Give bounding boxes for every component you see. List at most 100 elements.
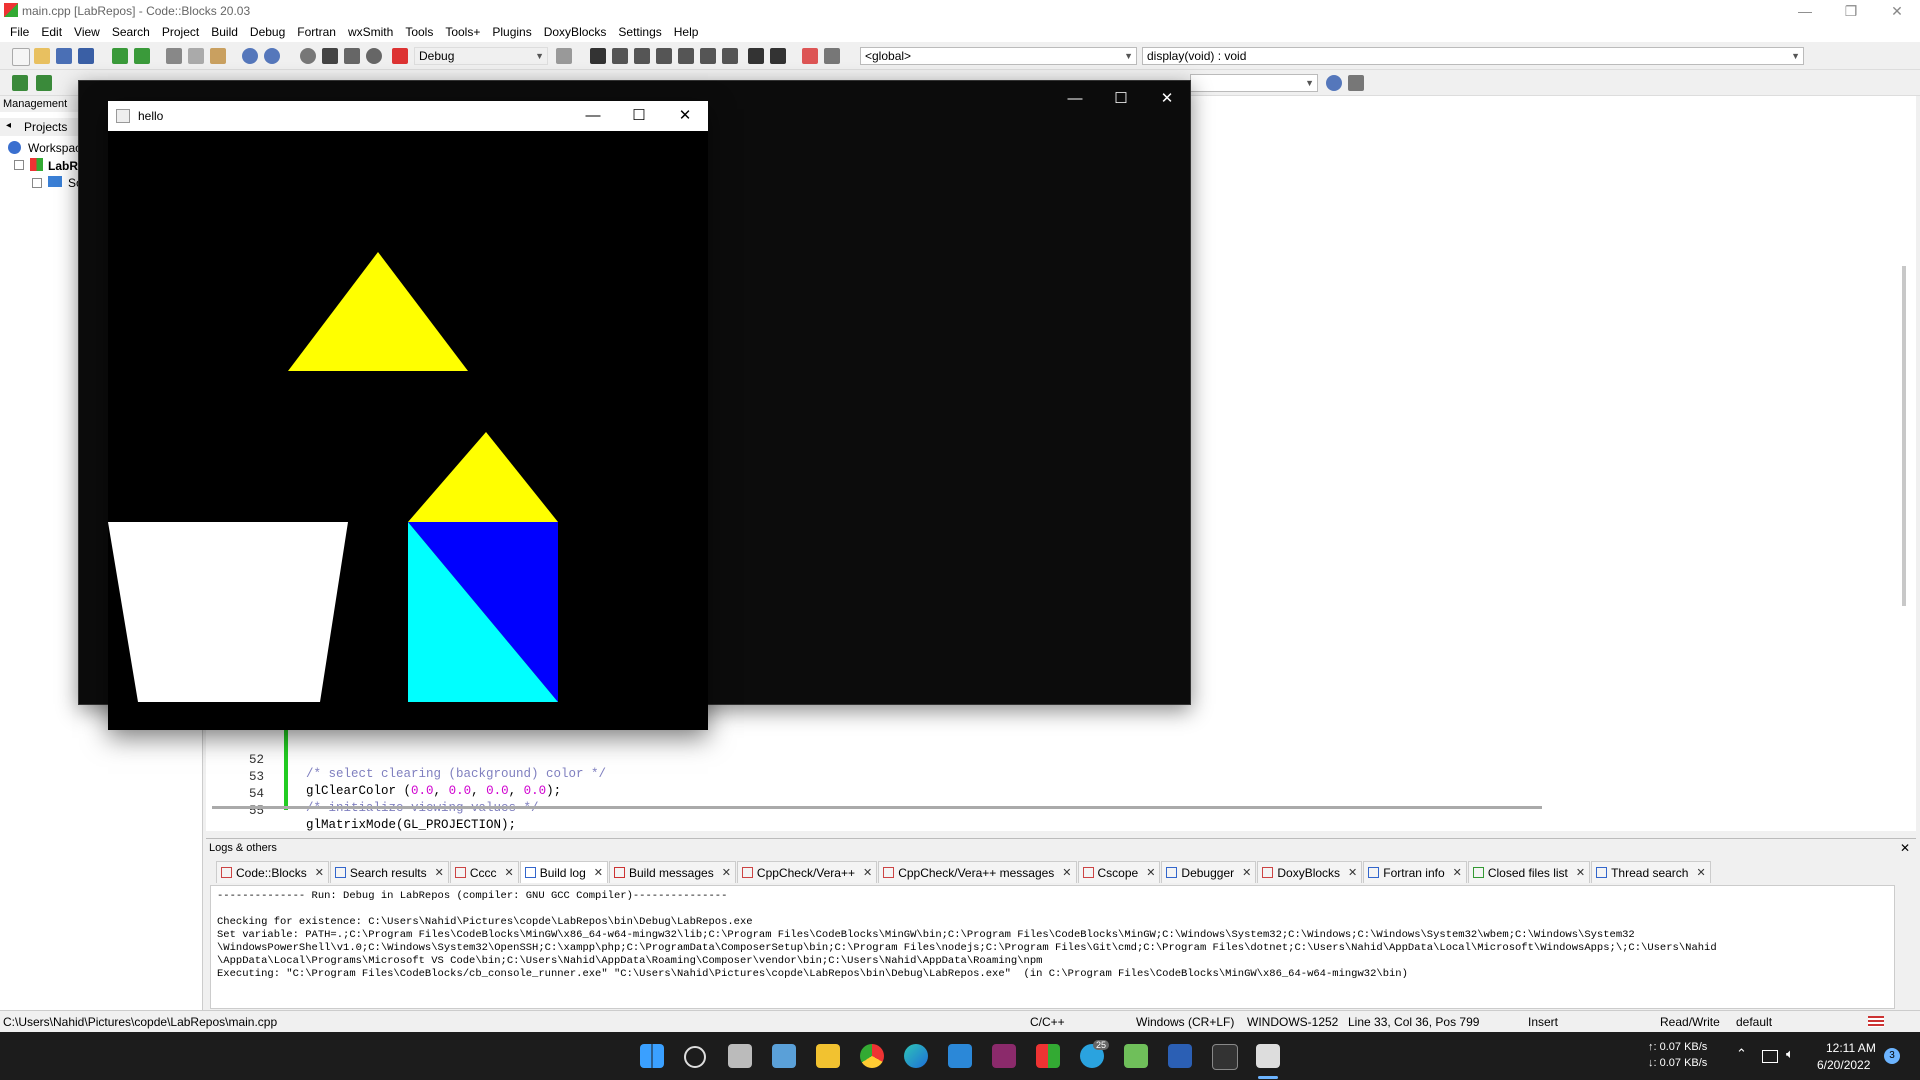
menu-doxyblocks[interactable]: DoxyBlocks	[538, 25, 613, 39]
rebuild-icon[interactable]	[366, 48, 382, 64]
hello-maximize-button[interactable]: ☐	[616, 101, 662, 131]
menu-help[interactable]: Help	[668, 25, 705, 39]
forward-arrow-icon[interactable]	[36, 75, 52, 91]
replace-icon[interactable]	[264, 48, 280, 64]
close-icon[interactable]: ✕	[1146, 866, 1155, 879]
log-tab[interactable]: Thread search ✕	[1591, 861, 1711, 883]
notepad-icon[interactable]	[1124, 1044, 1148, 1068]
editor-horizontal-scrollbar[interactable]	[212, 806, 1542, 809]
undo-icon[interactable]	[112, 48, 128, 64]
menu-edit[interactable]: Edit	[35, 25, 68, 39]
new-file-icon[interactable]	[12, 48, 30, 66]
copy-icon[interactable]	[188, 48, 204, 64]
menu-debug[interactable]: Debug	[244, 25, 291, 39]
cut-icon[interactable]	[166, 48, 182, 64]
log-tab[interactable]: Closed files list ✕	[1467, 861, 1591, 883]
debug-info-icon[interactable]	[824, 48, 840, 64]
close-icon[interactable]: ✕	[1453, 866, 1462, 879]
edge-icon[interactable]	[904, 1044, 928, 1068]
menu-tools-plus[interactable]: Tools+	[439, 25, 486, 39]
photos-icon[interactable]	[772, 1044, 796, 1068]
search-icon[interactable]	[684, 1046, 706, 1068]
word-icon[interactable]	[1168, 1044, 1192, 1068]
chrome-icon[interactable]	[860, 1044, 884, 1068]
close-icon[interactable]: ✕	[863, 866, 872, 879]
menu-project[interactable]: Project	[156, 25, 205, 39]
console-close-button[interactable]: ✕	[1144, 81, 1190, 117]
wrench-icon[interactable]	[1348, 75, 1364, 91]
search-field[interactable]: ▼	[1190, 74, 1318, 92]
paste-icon[interactable]	[210, 48, 226, 64]
winrar-icon[interactable]	[992, 1044, 1016, 1068]
close-icon[interactable]: ✕	[435, 866, 444, 879]
abort-icon[interactable]	[392, 48, 408, 64]
debug-windows-icon[interactable]	[802, 48, 818, 64]
hello-close-button[interactable]: ✕	[662, 101, 708, 131]
run-icon[interactable]	[322, 48, 338, 64]
log-tab[interactable]: Cccc ✕	[449, 861, 519, 883]
log-tab[interactable]: Search results ✕	[329, 861, 449, 883]
save-icon[interactable]	[56, 48, 72, 64]
task-view-icon[interactable]	[728, 1044, 752, 1068]
codeblocks-icon[interactable]	[1036, 1044, 1060, 1068]
menu-fortran[interactable]: Fortran	[291, 25, 342, 39]
chevron-up-icon[interactable]: ⌃	[1736, 1046, 1747, 1062]
stop-debug-icon[interactable]	[770, 48, 786, 64]
step-instruction-icon[interactable]	[722, 48, 738, 64]
close-icon[interactable]: ✕	[1242, 866, 1251, 879]
run-to-cursor-icon[interactable]	[612, 48, 628, 64]
log-tab[interactable]: Code::Blocks ✕	[216, 861, 329, 883]
clock-date[interactable]: 6/20/2022	[1817, 1058, 1870, 1072]
search-icon[interactable]	[1326, 75, 1342, 91]
redo-icon[interactable]	[134, 48, 150, 64]
target-dialog-icon[interactable]	[556, 48, 572, 64]
log-tab[interactable]: Build messages ✕	[608, 861, 736, 883]
menu-wxsmith[interactable]: wxSmith	[342, 25, 399, 39]
collapse-icon[interactable]	[32, 178, 42, 188]
menu-tools[interactable]: Tools	[399, 25, 439, 39]
close-button[interactable]: ✕	[1874, 0, 1920, 22]
close-icon[interactable]: ✕	[1348, 866, 1357, 879]
log-tab[interactable]: CppCheck/Vera++ messages ✕	[878, 861, 1077, 883]
log-tab[interactable]: Build log ✕	[519, 861, 608, 883]
close-icon[interactable]: ✕	[1576, 866, 1585, 879]
build-log-text[interactable]: -------------- Run: Debug in LabRepos (c…	[210, 885, 1895, 1009]
build-icon[interactable]	[300, 48, 316, 64]
close-icon[interactable]: ✕	[594, 866, 603, 879]
next-instruction-icon[interactable]	[700, 48, 716, 64]
network-icon[interactable]	[1762, 1050, 1778, 1063]
hello-title-bar[interactable]: hello — ☐ ✕	[108, 101, 708, 131]
console-app-icon[interactable]	[1256, 1044, 1280, 1068]
editor-vertical-scrollbar[interactable]	[1902, 266, 1906, 606]
clock-time[interactable]: 12:11 AM	[1826, 1041, 1876, 1055]
restore-button[interactable]: ❐	[1828, 0, 1874, 22]
terminal-icon[interactable]	[1212, 1044, 1238, 1070]
debug-start-icon[interactable]	[590, 48, 606, 64]
log-tab[interactable]: Fortran info ✕	[1363, 861, 1467, 883]
close-icon[interactable]: ✕	[505, 866, 514, 879]
step-into-icon[interactable]	[656, 48, 672, 64]
chevron-left-icon[interactable]: ◂	[6, 120, 11, 131]
close-icon[interactable]: ✕	[1696, 866, 1705, 879]
pause-icon[interactable]	[748, 48, 764, 64]
console-maximize-button[interactable]: ☐	[1098, 81, 1144, 117]
log-tab[interactable]: Cscope ✕	[1077, 861, 1161, 883]
step-out-icon[interactable]	[678, 48, 694, 64]
store-icon[interactable]	[948, 1044, 972, 1068]
scope-select[interactable]: <global> ▼	[860, 47, 1137, 65]
log-tab[interactable]: CppCheck/Vera++ ✕	[736, 861, 878, 883]
menu-settings[interactable]: Settings	[612, 25, 667, 39]
logs-close-icon[interactable]: ✕	[1900, 841, 1910, 855]
save-all-icon[interactable]	[78, 48, 94, 64]
open-file-icon[interactable]	[34, 48, 50, 64]
build-target-select[interactable]: Debug ▼	[414, 47, 548, 65]
close-icon[interactable]: ✕	[722, 866, 731, 879]
console-minimize-button[interactable]: —	[1052, 81, 1098, 117]
build-run-icon[interactable]	[344, 48, 360, 64]
menu-plugins[interactable]: Plugins	[486, 25, 537, 39]
menu-search[interactable]: Search	[106, 25, 156, 39]
close-icon[interactable]: ✕	[1062, 866, 1071, 879]
hello-minimize-button[interactable]: —	[570, 101, 616, 131]
next-line-icon[interactable]	[634, 48, 650, 64]
log-tab[interactable]: DoxyBlocks ✕	[1257, 861, 1363, 883]
